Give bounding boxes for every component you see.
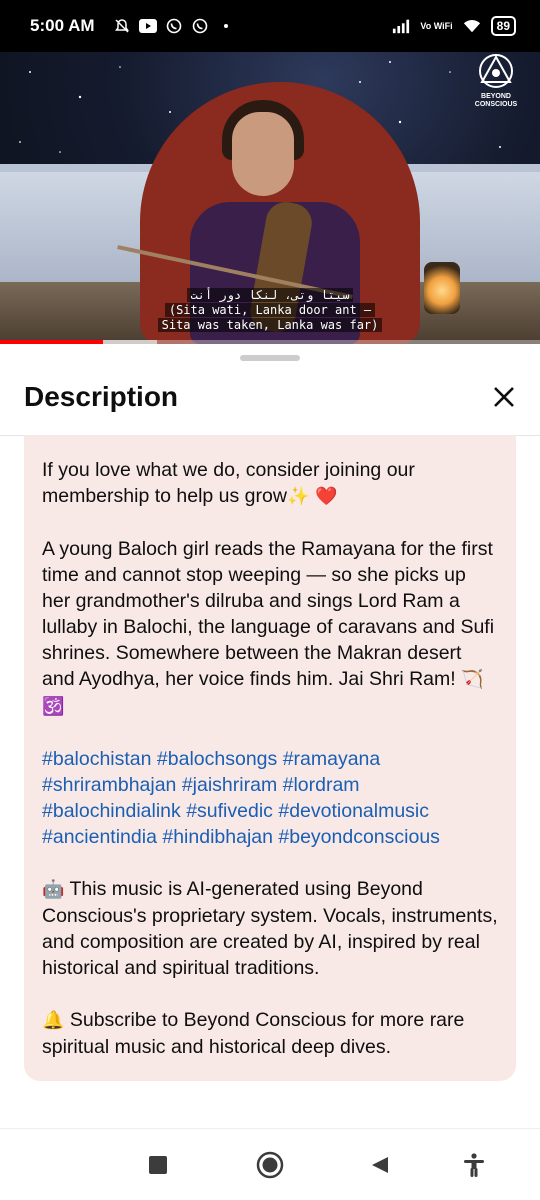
subscribe-paragraph: 🔔 Subscribe to Beyond Conscious for more…: [42, 1009, 465, 1058]
hashtag-link[interactable]: #devotionalmusic: [278, 800, 429, 822]
close-icon: [494, 387, 514, 407]
hashtag-link[interactable]: #ramayana: [283, 748, 381, 770]
video-player[interactable]: BEYOND CONSCIOUS سيتا وتى، لنكا دور أنت …: [0, 52, 540, 344]
home-circle-icon: [256, 1151, 284, 1179]
recents-square-icon: [149, 1156, 167, 1174]
channel-logo: BEYOND CONSCIOUS: [468, 52, 524, 109]
drag-handle[interactable]: [240, 355, 300, 361]
video-progress-bar[interactable]: [0, 340, 540, 344]
whatsapp-icon: [165, 17, 183, 35]
youtube-icon: [138, 17, 157, 35]
hashtags: #balochistan #balochsongs #ramayana #shr…: [42, 746, 498, 850]
channel-logo-text: BEYOND CONSCIOUS: [474, 93, 518, 108]
accessibility-button[interactable]: [460, 1151, 488, 1179]
hashtag-link[interactable]: #sufivedic: [186, 800, 273, 822]
description-sheet: Description If you love what we do, cons…: [0, 345, 540, 1200]
back-triangle-icon: [372, 1157, 388, 1173]
status-bar: 5:00 AM Vo WiFi 89: [0, 0, 540, 52]
caption-line: Sita was taken, Lanka was far): [157, 318, 383, 332]
progress-played: [0, 340, 103, 344]
hashtag-link[interactable]: #beyondconscious: [278, 826, 440, 848]
signal-icon: [392, 17, 410, 35]
vowifi-label: Vo WiFi: [420, 20, 453, 31]
silent-bell-icon: [113, 17, 131, 35]
description-body: If you love what we do, consider joining…: [24, 435, 516, 1081]
hashtag-link[interactable]: #jaishriram: [182, 774, 277, 796]
wifi-icon: [463, 17, 481, 35]
sheet-title: Description: [24, 381, 179, 412]
hashtag-link[interactable]: #lordram: [283, 774, 360, 796]
membership-paragraph: If you love what we do, consider joining…: [42, 459, 415, 507]
clock: 5:00 AM: [30, 16, 95, 35]
dot-icon: [217, 17, 235, 35]
captions: سيتا وتى، لنكا دور أنت (Sita wati, Lanka…: [0, 288, 540, 333]
battery-icon: 89: [490, 16, 516, 36]
back-button[interactable]: [366, 1151, 394, 1179]
whatsapp-icon: [191, 17, 209, 35]
story-paragraph: A young Baloch girl reads the Ramayana f…: [42, 538, 495, 717]
hashtag-link[interactable]: #ancientindia: [42, 826, 157, 848]
hashtag-link[interactable]: #balochsongs: [157, 748, 277, 770]
sparkle-heart-icon: ✨ ❤️: [286, 486, 338, 507]
robot-icon: 🤖: [42, 879, 65, 900]
recents-button[interactable]: [144, 1151, 172, 1179]
hashtag-link[interactable]: #balochistan: [42, 748, 152, 770]
caption-line: (Sita wati, Lanka door ant —: [164, 303, 376, 317]
ai-note-paragraph: 🤖 This music is AI-generated using Beyon…: [42, 878, 498, 979]
accessibility-icon: [464, 1153, 484, 1177]
hashtag-link[interactable]: #shrirambhajan: [42, 774, 176, 796]
hashtag-link[interactable]: #balochindialink: [42, 800, 181, 822]
caption-line: سيتا وتى، لنكا دور أنت: [186, 288, 354, 302]
hashtag-link[interactable]: #hindibhajan: [162, 826, 273, 848]
close-button[interactable]: [488, 381, 520, 413]
beyond-conscious-logo-icon: [479, 54, 513, 88]
system-nav-bar: [0, 1128, 540, 1200]
home-button[interactable]: [256, 1151, 284, 1179]
bell-icon: 🔔: [42, 1010, 65, 1031]
